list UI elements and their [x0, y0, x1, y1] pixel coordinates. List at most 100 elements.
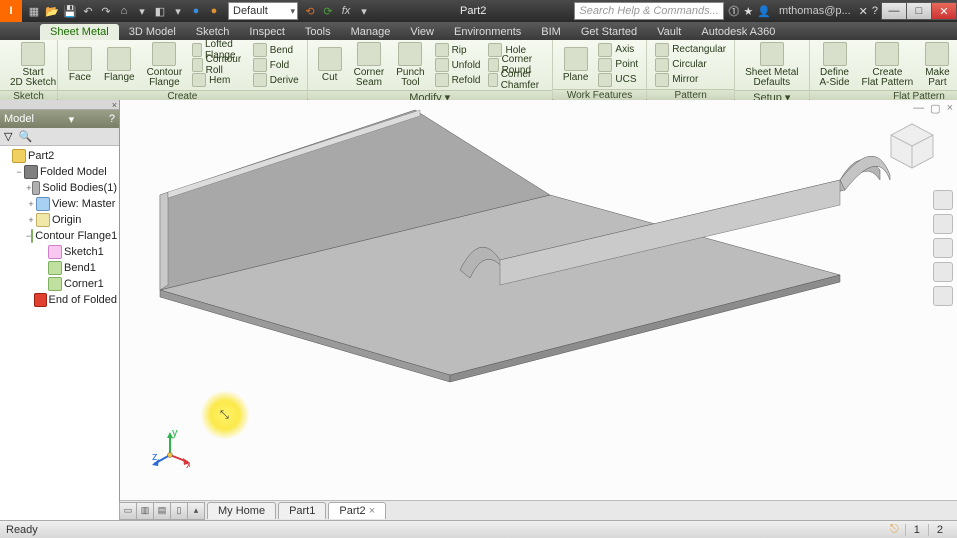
tree-expander-icon[interactable]: + — [26, 183, 32, 193]
save-icon[interactable]: 💾 — [62, 3, 78, 19]
new-icon[interactable]: ▦ — [26, 3, 42, 19]
style-dropdown[interactable]: Default — [228, 2, 298, 20]
home-icon[interactable]: ⌂ — [116, 3, 132, 19]
select-dd-icon[interactable]: ▾ — [134, 3, 150, 19]
view-cube[interactable] — [887, 120, 937, 170]
derive-button[interactable]: Derive — [249, 73, 303, 88]
pan-icon[interactable] — [933, 214, 953, 234]
lookat-icon[interactable] — [933, 286, 953, 306]
tab-a360[interactable]: Autodesk A360 — [691, 24, 785, 40]
comm-center-icon[interactable]: ⓵ — [728, 3, 739, 19]
close-tab-icon[interactable]: × — [369, 505, 375, 517]
zoom-icon[interactable] — [933, 238, 953, 258]
undo-icon[interactable]: ↶ — [80, 3, 96, 19]
ucs-button[interactable]: UCS — [594, 72, 642, 87]
open-icon[interactable]: 📂 — [44, 3, 60, 19]
tree-expander-icon[interactable]: − — [14, 167, 24, 177]
tree-node[interactable]: Corner1 — [2, 276, 117, 292]
tree-node[interactable]: Part2 — [2, 148, 117, 164]
tab-3d-model[interactable]: 3D Model — [119, 24, 186, 40]
app-icon[interactable]: I — [0, 0, 22, 22]
sheet-metal-defaults-button[interactable]: Sheet Metal Defaults — [739, 42, 804, 88]
rectangular-pattern-button[interactable]: Rectangular — [651, 42, 730, 57]
model-tree[interactable]: Part2−Folded Model+Solid Bodies(1)+View:… — [0, 146, 119, 520]
tree-node[interactable]: +Origin — [2, 212, 117, 228]
point-button[interactable]: Point — [594, 57, 642, 72]
create-flat-pattern-button[interactable]: Create Flat Pattern — [856, 42, 920, 88]
orbit-icon[interactable] — [933, 262, 953, 282]
browser-close-icon[interactable]: × — [0, 100, 119, 110]
tab-tools[interactable]: Tools — [295, 24, 341, 40]
filter-icon[interactable]: ▽ — [4, 130, 12, 143]
unfold-button[interactable]: Unfold — [431, 58, 485, 73]
tab-environments[interactable]: Environments — [444, 24, 531, 40]
tab-view[interactable]: View — [400, 24, 444, 40]
axis-button[interactable]: Axis — [594, 42, 642, 57]
tree-node[interactable]: +View: Master — [2, 196, 117, 212]
signout-icon[interactable]: ✕ — [859, 5, 868, 18]
circular-pattern-button[interactable]: Circular — [651, 57, 730, 72]
user-label[interactable]: mthomas@p... — [775, 5, 855, 17]
tree-node[interactable]: Sketch1 — [2, 244, 117, 260]
rip-button[interactable]: Rip — [431, 43, 485, 58]
tree-expander-icon[interactable]: + — [26, 199, 36, 209]
make-part-button[interactable]: Make Part — [919, 42, 955, 88]
face-button[interactable]: Face — [62, 47, 98, 83]
help-icon[interactable]: ? — [872, 5, 878, 17]
viewport[interactable]: — ▢ × — [120, 100, 957, 520]
tab-bim[interactable]: BIM — [531, 24, 571, 40]
tree-node[interactable]: Bend1 — [2, 260, 117, 276]
cut-button[interactable]: Cut — [312, 47, 348, 83]
tab-get-started[interactable]: Get Started — [571, 24, 647, 40]
tab-vault[interactable]: Vault — [647, 24, 691, 40]
page-indicator-1[interactable]: 1 — [905, 524, 928, 536]
tab-sketch[interactable]: Sketch — [186, 24, 240, 40]
tab-manage[interactable]: Manage — [341, 24, 401, 40]
doc-tab-part1[interactable]: Part1 — [278, 502, 326, 519]
fx-icon[interactable]: fx — [338, 3, 354, 19]
tree-node[interactable]: −Contour Flange1 — [2, 228, 117, 244]
doctab-btn-3[interactable]: ▤ — [153, 502, 171, 520]
refold-button[interactable]: Refold — [431, 73, 485, 88]
browser-header[interactable]: Model ▾ ? — [0, 110, 119, 128]
corner-chamfer-button[interactable]: Corner Chamfer — [484, 73, 547, 88]
tab-inspect[interactable]: Inspect — [239, 24, 294, 40]
contour-flange-button[interactable]: Contour Flange — [141, 42, 189, 88]
plane-button[interactable]: Plane — [557, 47, 595, 83]
fold-button[interactable]: Fold — [249, 58, 303, 73]
binoculars-icon[interactable]: 🔍 — [18, 130, 32, 143]
material-icon[interactable]: ◧ — [152, 3, 168, 19]
tree-expander-icon[interactable]: + — [26, 215, 36, 225]
doctab-btn-1[interactable]: ▭ — [119, 502, 137, 520]
doctab-scroll-icon[interactable]: ▴ — [187, 502, 205, 520]
bend-button[interactable]: Bend — [249, 43, 303, 58]
doc-tab-myhome[interactable]: My Home — [207, 502, 276, 519]
tree-node[interactable]: End of Folded — [2, 292, 117, 308]
corner-seam-button[interactable]: Corner Seam — [348, 42, 391, 88]
start-2d-sketch-button[interactable]: Start 2D Sketch — [4, 42, 62, 88]
doctab-btn-2[interactable]: ▥ — [136, 502, 154, 520]
contour-roll-button[interactable]: Contour Roll — [188, 58, 249, 73]
swap-icon[interactable]: ⟲ — [302, 3, 318, 19]
appearance-icon[interactable]: ▾ — [170, 3, 186, 19]
tab-sheet-metal[interactable]: Sheet Metal — [40, 24, 119, 40]
star-icon[interactable]: ★ — [743, 5, 753, 18]
hem-button[interactable]: Hem — [188, 73, 249, 88]
user-icon[interactable]: 👤 — [757, 5, 771, 18]
globe-blue-icon[interactable]: ● — [188, 3, 204, 19]
flange-button[interactable]: Flange — [98, 47, 141, 83]
punch-tool-button[interactable]: Punch Tool — [390, 42, 430, 88]
status-icon[interactable]: ⎋ — [890, 523, 899, 536]
redo-icon[interactable]: ↷ — [98, 3, 114, 19]
maximize-button[interactable]: □ — [906, 2, 932, 20]
doctab-btn-4[interactable]: ▯ — [170, 502, 188, 520]
browser-options-icon[interactable]: ? — [109, 113, 115, 125]
search-input[interactable]: Search Help & Commands... — [574, 2, 724, 20]
page-indicator-2[interactable]: 2 — [928, 524, 951, 536]
doc-tab-part2[interactable]: Part2 × — [328, 502, 386, 519]
minimize-button[interactable]: — — [881, 2, 907, 20]
define-aside-button[interactable]: Define A-Side — [814, 42, 856, 88]
tree-node[interactable]: +Solid Bodies(1) — [2, 180, 117, 196]
refresh-icon[interactable]: ⟳ — [320, 3, 336, 19]
nav-wheel-icon[interactable] — [933, 190, 953, 210]
